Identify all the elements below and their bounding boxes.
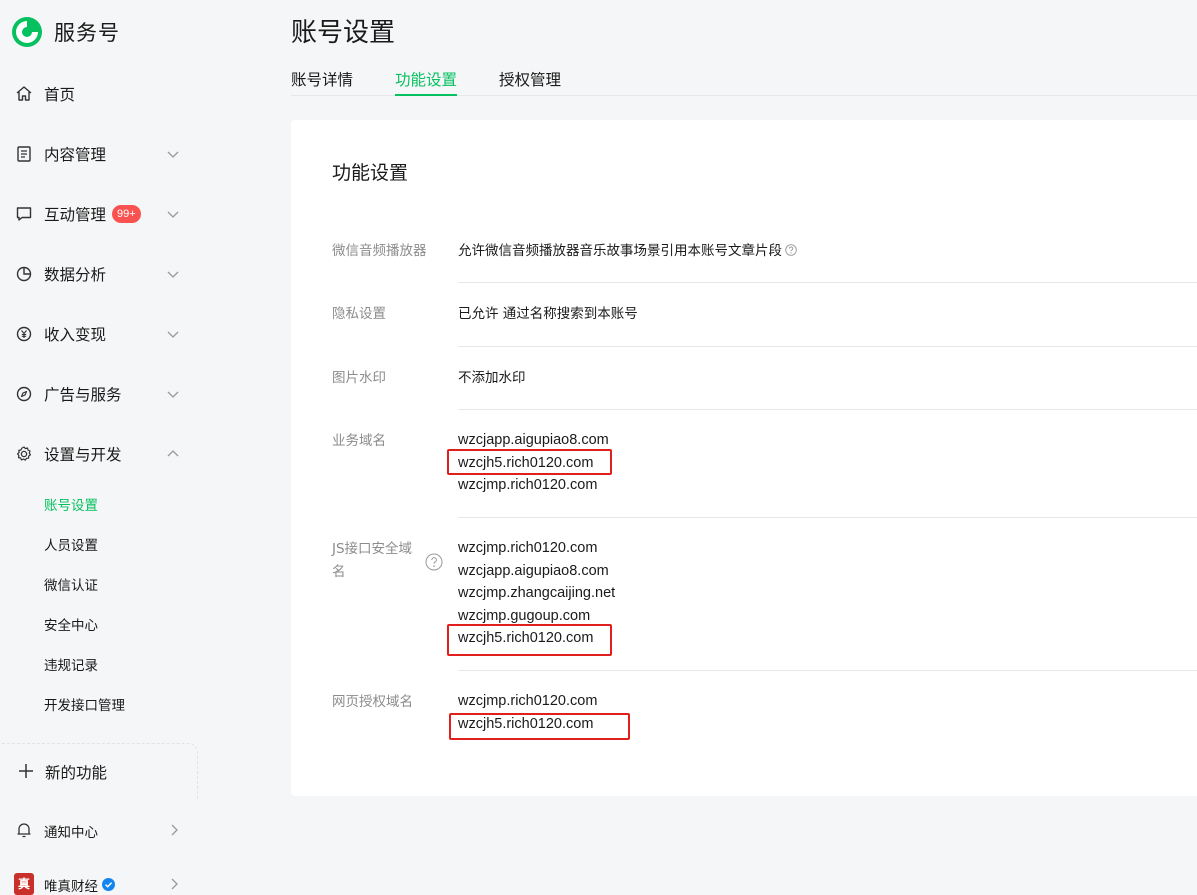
sidebar-subitem-dev-api[interactable]: 开发接口管理 (44, 695, 125, 717)
highlight-box (447, 624, 612, 656)
sidebar-item-monetization[interactable]: 收入变现 (0, 314, 200, 354)
chevron-down-icon (167, 151, 179, 158)
chevron-down-icon (167, 391, 179, 398)
sidebar-item-label: 数据分析 (44, 266, 107, 284)
chat-icon (14, 204, 34, 224)
verified-icon (102, 878, 115, 891)
help-icon[interactable] (785, 244, 797, 256)
domain-item: wzcjmp.rich0120.com (458, 540, 598, 556)
highlight-box (447, 449, 612, 475)
divider (458, 517, 1197, 518)
divider (458, 670, 1197, 671)
help-icon[interactable] (425, 553, 443, 571)
sidebar-item-interaction[interactable]: 互动管理 99+ (0, 194, 200, 234)
domain-item: wzcjapp.aigupiao8.com (458, 562, 609, 579)
js-domain-label-line2: 名 (332, 563, 346, 580)
sidebar: 服务号 首页 内容管理 互动管理 99+ 数据分析 收入变现 广告与服务 设置与… (0, 0, 210, 895)
sidebar-item-label: 内容管理 (44, 146, 107, 164)
page-title: 账号设置 (291, 18, 396, 48)
chevron-down-icon (167, 271, 179, 278)
pie-chart-icon (14, 264, 34, 284)
plus-icon (19, 764, 33, 778)
sidebar-item-label: 首页 (44, 86, 76, 104)
sidebar-subitem-security-center[interactable]: 安全中心 (44, 615, 98, 637)
chevron-up-icon (167, 450, 179, 457)
row-label-privacy: 隐私设置 (332, 306, 386, 322)
sidebar-item-ads[interactable]: 广告与服务 (0, 374, 200, 414)
feature-settings-card: 功能设置 微信音频播放器 允许微信音频播放器音乐故事场景引用本账号文章片段 隐私… (291, 120, 1197, 796)
chevron-right-icon (171, 824, 178, 836)
sidebar-subitem-account-settings[interactable]: 账号设置 (44, 495, 98, 517)
sidebar-item-content[interactable]: 内容管理 (0, 134, 200, 174)
brand-name: 服务号 (54, 21, 120, 45)
sidebar-subitem-staff-settings[interactable]: 人员设置 (44, 535, 98, 557)
unread-badge: 99+ (112, 205, 141, 223)
sidebar-item-label: 互动管理 (44, 206, 107, 224)
row-label-audio-player: 微信音频播放器 (332, 243, 427, 259)
compass-icon (14, 384, 34, 404)
avatar: 真 (14, 873, 34, 895)
row-value-audio-player: 允许微信音频播放器音乐故事场景引用本账号文章片段 (458, 240, 797, 263)
row-label-watermark: 图片水印 (332, 370, 386, 386)
notice-center[interactable]: 通知中心 (0, 816, 200, 844)
audio-player-text: 允许微信音频播放器音乐故事场景引用本账号文章片段 (458, 243, 782, 259)
sidebar-item-label: 广告与服务 (44, 386, 122, 404)
sidebar-item-label: 收入变现 (44, 326, 107, 344)
row-label-business-domain: 业务域名 (332, 433, 386, 449)
sidebar-subitem-violation-records[interactable]: 违规记录 (44, 655, 98, 677)
chevron-right-icon (171, 878, 178, 890)
row-label-web-auth-domain: 网页授权域名 (332, 694, 413, 710)
bell-icon (17, 823, 31, 838)
tab-bar: 账号详情 功能设置 授权管理 (291, 66, 1197, 96)
divider (458, 409, 1197, 410)
row-value-privacy: 已允许 通过名称搜索到本账号 (458, 306, 638, 322)
brand-logo-icon (12, 17, 42, 47)
chevron-down-icon (167, 211, 179, 218)
card-title: 功能设置 (332, 162, 409, 184)
account-switcher[interactable]: 真 唯真财经 (0, 870, 200, 895)
js-domain-label-line1: JS接口安全域 (332, 541, 413, 557)
sidebar-item-settings[interactable]: 设置与开发 (0, 434, 200, 474)
divider (458, 346, 1197, 347)
domain-item: wzcjmp.rich0120.com (458, 477, 598, 493)
chevron-down-icon (167, 331, 179, 338)
sidebar-subitem-wechat-verification[interactable]: 微信认证 (44, 575, 98, 597)
tab-account-details[interactable]: 账号详情 (291, 68, 353, 96)
domain-item: wzcjmp.zhangcaijing.net (458, 585, 616, 601)
new-features-button[interactable]: 新的功能 (2, 743, 198, 799)
home-icon (14, 84, 34, 104)
tab-feature-settings[interactable]: 功能设置 (395, 68, 458, 96)
divider (458, 282, 1197, 283)
sidebar-item-label: 设置与开发 (44, 446, 122, 464)
new-features-label: 新的功能 (45, 764, 108, 782)
account-name: 唯真财经 (44, 879, 98, 895)
brand[interactable]: 服务号 (10, 14, 120, 50)
gear-icon (14, 444, 34, 464)
document-icon (14, 144, 34, 164)
tab-authorization[interactable]: 授权管理 (499, 68, 561, 96)
notice-center-label: 通知中心 (44, 825, 98, 841)
sidebar-item-home[interactable]: 首页 (0, 74, 200, 114)
highlight-box (449, 713, 630, 740)
row-label-js-domain: JS接口安全域 名 (332, 538, 412, 583)
row-value-watermark: 不添加水印 (458, 370, 526, 386)
yen-icon (14, 324, 34, 344)
domain-item: wzcjmp.rich0120.com (458, 693, 598, 709)
sidebar-item-analytics[interactable]: 数据分析 (0, 254, 200, 294)
